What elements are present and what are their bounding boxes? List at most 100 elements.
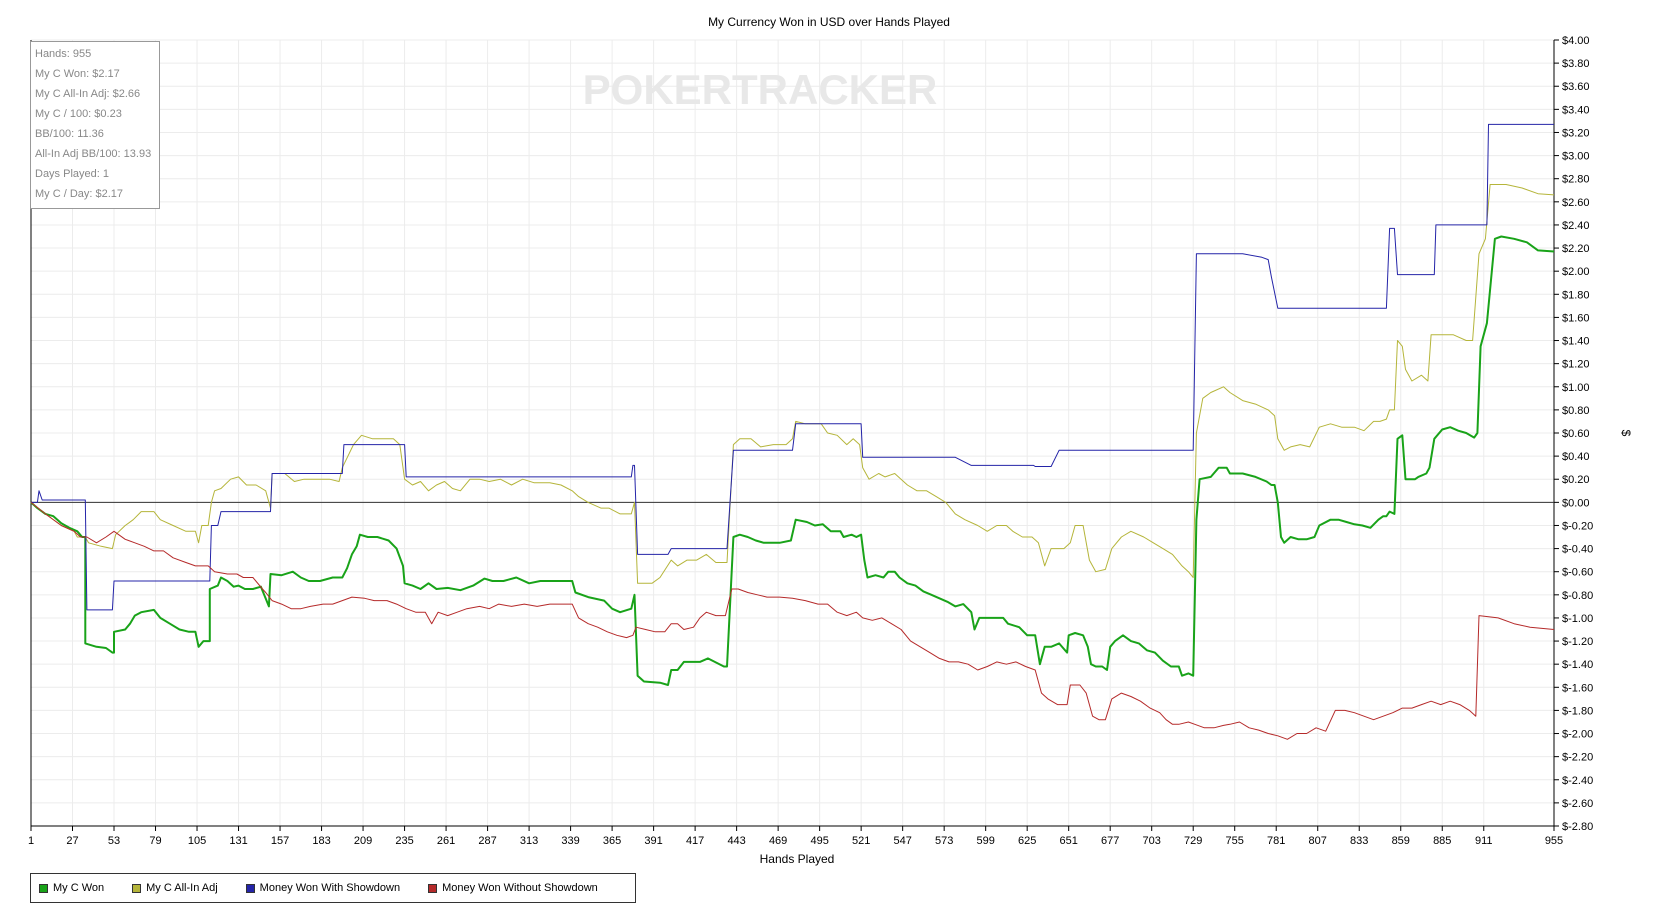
legend-item-my-c-won[interactable]: My C Won [39,882,104,894]
y-tick-label: $-0.80 [1562,590,1593,602]
stats-all-in-adj-bb-per-100: All-In Adj BB/100: 13.93 [35,148,152,160]
x-tick-label: 183 [312,835,330,847]
x-tick-label: 955 [1545,835,1563,847]
stats-my-c-per-day: My C / Day: $2.17 [35,188,124,200]
x-tick-label: 157 [271,835,289,847]
x-tick-label: 573 [935,835,953,847]
y-tick-label: $4.00 [1562,35,1590,47]
legend-item-all-in-adj[interactable]: My C All-In Adj [132,882,218,894]
y-tick-label: $-1.80 [1562,705,1593,717]
stats-panel: Hands: 955 My C Won: $2.17 My C All-In A… [30,41,160,209]
x-tick-label: 599 [976,835,994,847]
x-tick-label: 521 [852,835,870,847]
y-tick-label: $3.40 [1562,104,1590,116]
x-tick-label: 885 [1433,835,1451,847]
y-tick-label: $-1.60 [1562,682,1593,694]
y-tick-label: $-1.00 [1562,613,1593,625]
x-tick-label: 495 [810,835,828,847]
grid [30,39,1555,827]
y-tick-label: $2.00 [1562,266,1590,278]
y-tick-label: $-2.20 [1562,752,1593,764]
legend-swatch [428,883,438,893]
x-tick-label: 235 [395,835,413,847]
stats-all-in-adj: My C All-In Adj: $2.66 [35,88,141,100]
chart-title: My Currency Won in USD over Hands Played [708,15,950,29]
y-tick-label: $2.20 [1562,243,1590,255]
stats-hands: Hands: 955 [35,48,92,60]
y-tick-label: $1.00 [1562,382,1590,394]
legend-label: Money Won Without Showdown [442,882,598,894]
x-tick-label: 677 [1101,835,1119,847]
legend-item-without-showdown[interactable]: Money Won Without Showdown [428,882,598,894]
chart-canvas: My Currency Won in USD over Hands Played… [28,15,1633,866]
y-tick-label: $3.00 [1562,151,1590,163]
y-tick-label: $0.60 [1562,428,1590,440]
x-tick-label: 79 [149,835,161,847]
x-tick-label: 807 [1309,835,1327,847]
y-tick-label: $3.60 [1562,81,1590,93]
x-tick-label: 1 [28,835,34,847]
y-tick-label: $0.00 [1562,497,1590,509]
chart-legend: My C Won My C All-In Adj Money Won With … [30,873,636,903]
watermark-logo: POKERTRACKER [583,66,938,113]
legend-swatch [132,883,142,893]
y-tick-label: $3.20 [1562,127,1590,139]
x-tick-label: 53 [108,835,120,847]
y-tick-label: $2.40 [1562,220,1590,232]
y-tick-label: $1.60 [1562,312,1590,324]
stats-bb-per-100: BB/100: 11.36 [35,128,104,140]
x-tick-label: 417 [686,835,704,847]
x-tick-label: 469 [769,835,787,847]
x-tick-label: 859 [1392,835,1410,847]
x-tick-label: 339 [561,835,579,847]
x-tick-label: 625 [1018,835,1036,847]
y-tick-label: $1.40 [1562,336,1590,348]
x-tick-label: 755 [1226,835,1244,847]
y-tick-label: $0.80 [1562,405,1590,417]
x-tick-label: 729 [1184,835,1202,847]
stats-days-played: Days Played: 1 [35,168,109,180]
x-tick-label: 209 [354,835,372,847]
y-tick-label: $2.60 [1562,197,1590,209]
y-tick-label: $-2.80 [1562,821,1593,833]
y-tick-label: $3.80 [1562,58,1590,70]
stats-my-c-won: My C Won: $2.17 [35,68,120,80]
x-tick-label: 443 [727,835,745,847]
x-tick-label: 703 [1143,835,1161,847]
y-tick-label: $-2.40 [1562,775,1593,787]
x-tick-label: 313 [520,835,538,847]
y-tick-label: $2.80 [1562,174,1590,186]
legend-swatch [245,883,255,893]
y-tick-label: $-0.60 [1562,567,1593,579]
x-tick-label: 651 [1060,835,1078,847]
x-tick-label: 131 [229,835,247,847]
x-tick-label: 287 [478,835,496,847]
y-tick-label: $0.20 [1562,474,1590,486]
legend-item-with-showdown[interactable]: Money Won With Showdown [245,882,401,894]
y-tick-label: $-1.40 [1562,659,1593,671]
y-tick-label: $-1.20 [1562,636,1593,648]
legend-label: Money Won With Showdown [259,882,401,894]
x-tick-label: 911 [1475,835,1493,847]
x-tick-label: 365 [603,835,621,847]
legend-swatch [39,883,48,893]
x-tick-label: 781 [1267,835,1285,847]
y-tick-label: $1.20 [1562,359,1590,371]
x-axis-title: Hands Played [760,852,835,866]
x-tick-label: 105 [188,835,206,847]
y-axis-title: $ [1619,430,1633,437]
x-tick-label: 547 [893,835,911,847]
legend-label: My C All-In Adj [146,882,218,894]
y-tick-label: $0.40 [1562,451,1590,463]
x-tick-label: 391 [644,835,662,847]
x-tick-label: 261 [437,835,455,847]
y-tick-label: $-2.60 [1562,798,1593,810]
y-tick-label: $-0.40 [1562,544,1593,556]
stats-my-c-per-100: My C / 100: $0.23 [35,108,122,120]
x-tick-label: 833 [1350,835,1368,847]
y-tick-label: $-2.00 [1562,729,1593,741]
y-tick-label: $1.80 [1562,289,1590,301]
legend-label: My C Won [53,882,105,894]
x-tick-label: 27 [66,835,78,847]
y-tick-label: $-0.20 [1562,520,1593,532]
